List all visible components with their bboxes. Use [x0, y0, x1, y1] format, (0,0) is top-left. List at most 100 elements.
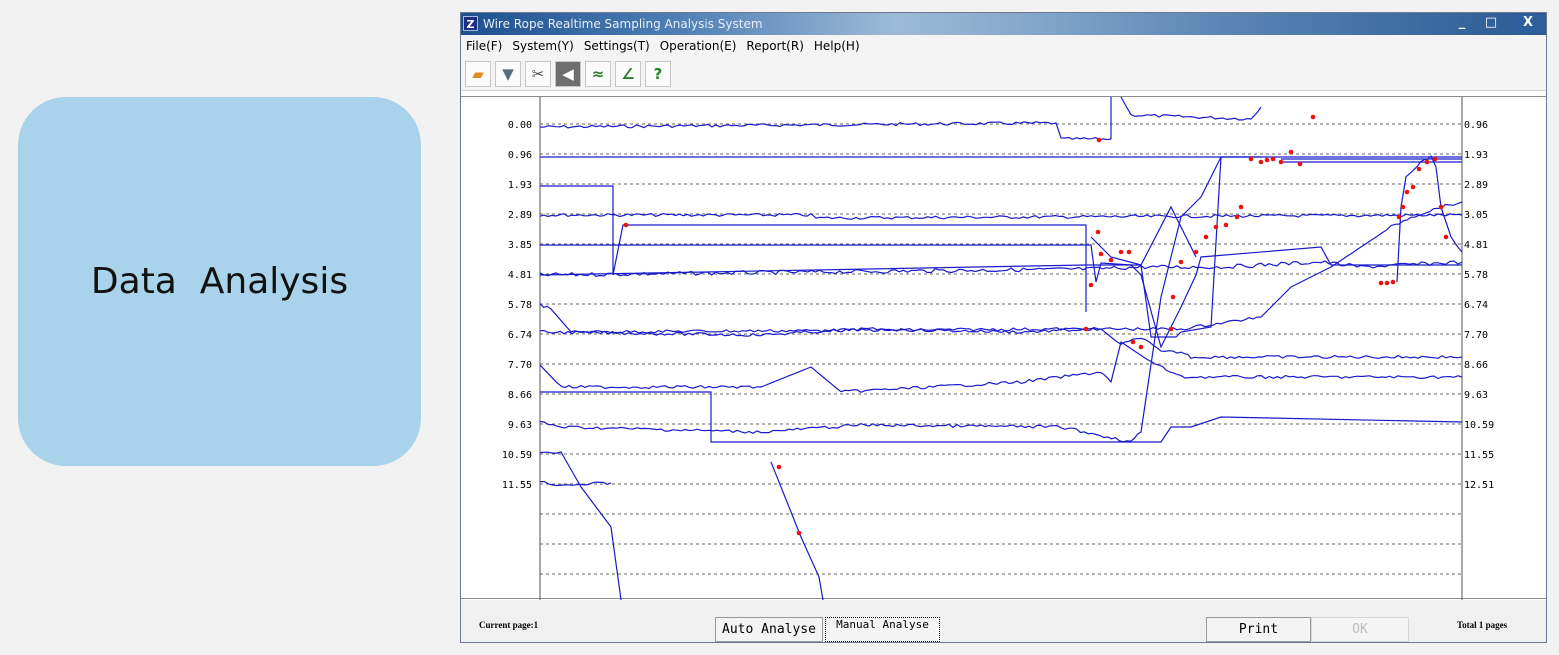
waveform-icon[interactable]: ≈	[585, 61, 611, 87]
right-tick-label: 0.96	[1464, 120, 1488, 131]
trace-8	[539, 327, 1463, 360]
trace-0	[539, 97, 1112, 141]
defect-marker	[1400, 204, 1406, 210]
defect-marker	[1238, 204, 1244, 210]
menu-bar: File(F) System(Y) Settings(T) Operation(…	[461, 35, 1546, 57]
maximize-button[interactable]: □	[1478, 15, 1504, 32]
right-tick-label: 8.66	[1464, 360, 1488, 371]
defect-marker	[1095, 229, 1101, 235]
section-label: Data Analysis	[90, 261, 349, 302]
defect-marker	[1213, 224, 1219, 230]
left-tick-label: 8.66	[508, 390, 532, 401]
defect-marker	[1130, 339, 1136, 345]
left-tick-label: 9.63	[508, 420, 532, 431]
defect-marker	[1083, 326, 1089, 332]
right-tick-label: 1.93	[1464, 150, 1488, 161]
minimize-button[interactable]: _	[1449, 15, 1475, 32]
defect-marker	[1264, 157, 1270, 163]
defect-marker	[1443, 234, 1449, 240]
app-logo-icon: Z	[463, 16, 478, 31]
defect-marker	[1193, 249, 1199, 255]
right-tick-label: 3.05	[1464, 210, 1488, 221]
manual-analyse-button[interactable]: Manual Analyse	[825, 617, 940, 642]
defect-marker	[623, 222, 629, 228]
trace-12	[539, 451, 622, 600]
chart-line-icon[interactable]: ∠	[615, 61, 641, 87]
trace-11	[539, 156, 1222, 443]
defect-marker	[1138, 344, 1144, 350]
slide: Data Analysis Z Wire Rope Realtime Sampl…	[0, 0, 1559, 655]
menu-settings[interactable]: Settings(T)	[584, 39, 650, 53]
tools-icon[interactable]: ✂	[525, 61, 551, 87]
defect-marker	[1118, 249, 1124, 255]
defect-marker	[1410, 184, 1416, 190]
menu-file[interactable]: File(F)	[466, 39, 502, 53]
left-tick-label: 3.85	[508, 240, 532, 251]
defect-marker	[1384, 280, 1390, 286]
left-tick-label: 0.00	[508, 120, 532, 131]
ok-button[interactable]: OK	[1311, 617, 1409, 642]
defect-marker	[1270, 156, 1276, 162]
right-tick-label: 6.74	[1464, 300, 1488, 311]
status-bar: Current page:1 Auto Analyse Manual Analy…	[461, 600, 1546, 642]
close-button[interactable]: X	[1511, 15, 1545, 32]
current-page-label: Current page:1	[479, 620, 539, 630]
defect-marker	[1288, 149, 1294, 155]
right-tick-label: 5.78	[1464, 270, 1488, 281]
defect-marker	[1126, 249, 1132, 255]
trace-4	[540, 244, 1462, 349]
signal-chart: 0.00 0.96 1.93 2.89 3.85 4.81 5.78 6.74 7.70 8.66…	[461, 96, 1546, 600]
menu-report[interactable]: Report(R)	[746, 39, 803, 53]
help-icon[interactable]: ?	[645, 61, 671, 87]
defect-marker	[1108, 257, 1114, 263]
defect-marker	[1310, 114, 1316, 120]
left-tick-label: 10.59	[502, 450, 532, 461]
defect-marker	[1416, 166, 1422, 172]
right-tick-label: 4.81	[1464, 240, 1488, 251]
defect-marker	[1390, 279, 1396, 285]
trace-0b	[1120, 97, 1262, 121]
defect-marker	[1248, 156, 1254, 162]
defect-marker	[776, 464, 782, 470]
left-tick-label: 4.81	[508, 270, 532, 281]
trace-3	[539, 212, 1463, 220]
trace-9	[539, 341, 1463, 393]
defect-marker	[1438, 204, 1444, 210]
defect-marker	[1378, 280, 1384, 286]
defect-marker	[1178, 259, 1184, 265]
defect-marker	[1234, 214, 1240, 220]
right-tick-label: 9.63	[1464, 390, 1488, 401]
defect-marker	[1088, 282, 1094, 288]
menu-help[interactable]: Help(H)	[814, 39, 860, 53]
toolbar: ▰ ▼ ✂ ◀ ≈ ∠?	[461, 57, 1546, 91]
filter-icon[interactable]: ▼	[495, 61, 521, 87]
section-badge: Data Analysis	[18, 97, 421, 466]
left-tick-label: 6.74	[508, 330, 532, 341]
left-tick-label: 5.78	[508, 300, 532, 311]
sensor-icon[interactable]: ◀	[555, 61, 581, 87]
folder-icon[interactable]: ▰	[465, 61, 491, 87]
auto-analyse-button[interactable]: Auto Analyse	[715, 617, 823, 642]
right-tick-label: 11.55	[1464, 450, 1494, 461]
total-pages-label: Total 1 pages	[1457, 620, 1508, 630]
defect-marker	[1396, 214, 1402, 220]
trace-10	[540, 391, 1463, 443]
menu-operation[interactable]: Operation(E)	[660, 39, 737, 53]
defect-marker	[1203, 234, 1209, 240]
defect-marker	[1278, 159, 1284, 165]
trace-13	[539, 480, 612, 487]
defect-marker	[1424, 159, 1430, 165]
defect-marker	[1168, 326, 1174, 332]
right-tick-label: 12.51	[1464, 480, 1494, 491]
left-tick-label: 0.96	[508, 150, 532, 161]
print-button[interactable]: Print	[1206, 617, 1311, 642]
trace-2	[540, 185, 1087, 312]
left-tick-label: 1.93	[508, 180, 532, 191]
menu-system[interactable]: System(Y)	[512, 39, 573, 53]
left-tick-label: 2.89	[508, 210, 532, 221]
defect-marker	[796, 530, 802, 536]
right-tick-label: 2.89	[1464, 180, 1488, 191]
defect-marker	[1432, 156, 1438, 162]
title-bar[interactable]: Z Wire Rope Realtime Sampling Analysis S…	[461, 13, 1546, 35]
left-tick-label: 11.55	[502, 480, 532, 491]
